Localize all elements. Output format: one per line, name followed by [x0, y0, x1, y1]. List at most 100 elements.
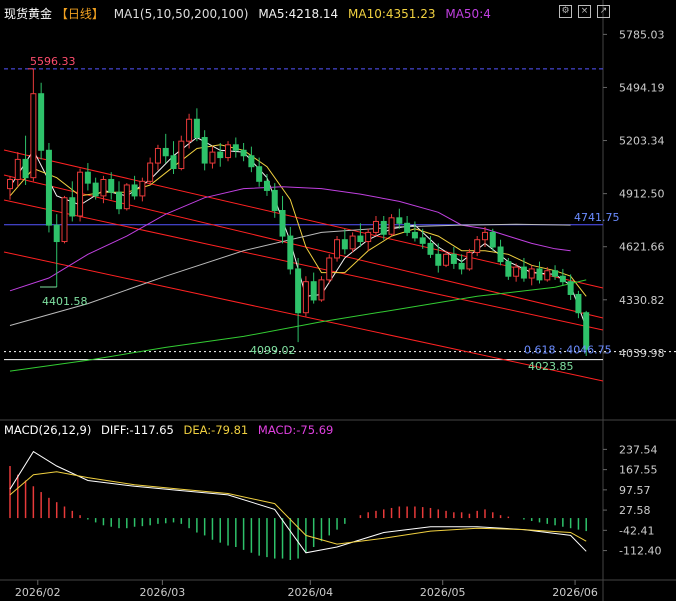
macd-axis-label: -42.41 — [619, 524, 654, 537]
candle-body — [263, 180, 270, 191]
period-label[interactable]: 【日线】 — [56, 7, 104, 21]
candle-body — [22, 158, 29, 179]
candle-body — [61, 197, 68, 243]
candle-body — [100, 178, 107, 197]
macd-axis-label: 27.58 — [619, 504, 651, 517]
candle-body — [404, 222, 411, 233]
candle-body — [38, 93, 45, 151]
macd-axis-label: 97.57 — [619, 484, 651, 497]
candle-body — [14, 158, 21, 180]
chart-header: 现货黄金 【日线】 MA1(5,10,50,200,100) MA5:4218.… — [4, 5, 497, 22]
candle-body — [419, 237, 426, 244]
ma50-value: MA50:4 — [445, 7, 491, 21]
candle-body — [372, 220, 379, 233]
candle-body — [458, 262, 465, 270]
candle-body — [209, 151, 216, 164]
candle-body — [123, 184, 130, 210]
candle-body — [559, 275, 566, 283]
candle-body — [248, 155, 255, 168]
candle-body — [474, 239, 481, 253]
candle-body — [388, 217, 395, 235]
ma-config-label[interactable]: MA1(5,10,50,200,100) — [114, 7, 249, 21]
candle-body — [427, 242, 434, 255]
date-axis-label: 2026/03 — [140, 586, 186, 599]
candle-body — [528, 268, 535, 279]
price-chart: 5785.03 5494.19 5203.34 4912.50 4621.66 4330.… — [0, 0, 676, 601]
ma10-value: MA10:4351.23 — [348, 7, 436, 21]
candle-body — [295, 268, 302, 314]
candle-body — [108, 178, 115, 193]
candle-body — [411, 231, 418, 239]
ma5-value: MA5:4218.14 — [258, 7, 339, 21]
candle-body — [357, 235, 364, 243]
level-annotation: 4741.75 — [574, 211, 620, 224]
price-axis-label: 4621.66 — [619, 241, 665, 254]
candle-body — [69, 197, 76, 217]
candle-body — [256, 166, 263, 182]
low-jun-annotation: 4023.85 — [528, 360, 574, 373]
candle-body — [396, 217, 403, 224]
candle-body — [341, 239, 348, 250]
candle-body — [334, 239, 341, 259]
date-axis-label: 2026/02 — [15, 586, 61, 599]
price-axis-label: 5203.34 — [619, 135, 665, 148]
candle-body — [310, 281, 317, 301]
candle-body — [302, 281, 309, 314]
macd-axis-label: 167.55 — [619, 464, 658, 477]
candle-body — [443, 253, 450, 266]
candle-body — [201, 137, 208, 164]
candle-body — [162, 147, 169, 157]
candle-body — [520, 266, 527, 279]
candle-body — [489, 231, 496, 248]
candle-body — [193, 118, 200, 139]
candle-body — [225, 144, 232, 159]
low-feb-annotation: 4401.58 — [42, 295, 88, 308]
candle-body — [544, 270, 551, 281]
low-mar-annotation: 4099.02 — [250, 344, 296, 357]
candle-body — [232, 144, 239, 151]
price-axis-label: 4039.98 — [619, 347, 665, 360]
macd-axis-label: -112.40 — [619, 545, 661, 558]
candle-body — [30, 93, 37, 179]
settings-icon[interactable]: ⚙ — [559, 5, 572, 18]
candle-body — [178, 140, 185, 170]
candle-body — [92, 182, 99, 197]
candle-body — [7, 178, 13, 190]
candle-body — [567, 281, 574, 295]
candle-body — [84, 171, 91, 184]
candle-body — [466, 251, 473, 270]
macd-header: MACD(26,12,9) DIFF:-117.65 DEA:-79.81 MA… — [4, 423, 339, 437]
high-annotation: 5596.33 — [30, 55, 76, 68]
date-axis-label: 2026/05 — [420, 586, 466, 599]
candle-body — [271, 189, 278, 212]
fib-annotation: 0.618 : 4046.75 — [524, 344, 612, 357]
candle-body — [536, 268, 543, 281]
candle-body — [170, 155, 177, 170]
candle-body — [450, 253, 457, 264]
candle-body — [116, 191, 123, 210]
price-axis-label: 5494.19 — [619, 81, 665, 94]
candle-body — [349, 235, 356, 250]
macd-macd-value: MACD:-75.69 — [257, 423, 334, 437]
candle-body — [186, 118, 193, 142]
candle-body — [435, 253, 442, 266]
candle-body — [380, 220, 387, 235]
candle-body — [505, 261, 512, 277]
price-axis-label: 5785.03 — [619, 28, 665, 41]
candle-body — [497, 246, 504, 263]
instrument-title[interactable]: 现货黄金 — [4, 7, 52, 21]
candle-body — [318, 279, 325, 301]
price-axis-label: 4330.82 — [619, 294, 665, 307]
candle-body — [240, 149, 247, 157]
close-icon[interactable]: × — [578, 5, 591, 18]
date-axis-label: 2026/06 — [552, 586, 598, 599]
expand-icon[interactable]: ↗ — [597, 5, 610, 18]
candle-body — [287, 235, 294, 270]
candle-body — [365, 231, 372, 243]
candle-body — [147, 162, 154, 182]
macd-label[interactable]: MACD(26,12,9) — [4, 423, 91, 437]
candle-body — [552, 270, 559, 277]
candle-body — [131, 184, 138, 197]
date-axis-label: 2026/04 — [287, 586, 333, 599]
macd-axis-label: 237.54 — [619, 443, 658, 456]
